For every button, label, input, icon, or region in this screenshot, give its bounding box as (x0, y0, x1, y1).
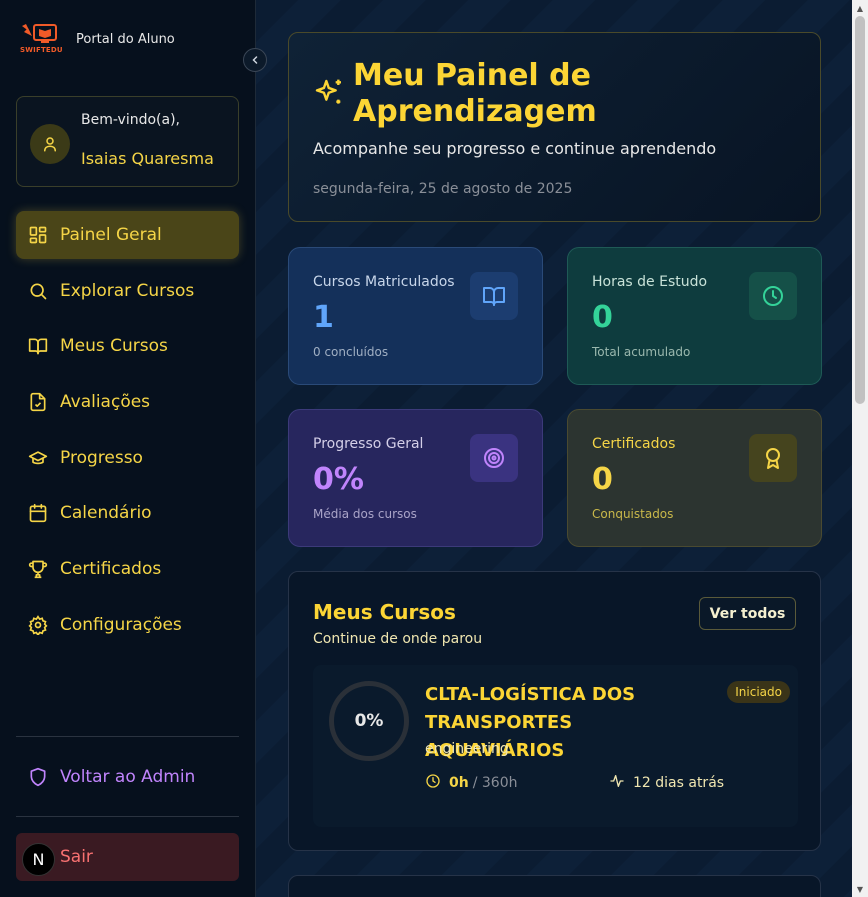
stat-label: Horas de Estudo (592, 274, 708, 290)
book-open-icon (470, 272, 518, 320)
target-icon (470, 434, 518, 482)
current-date: segunda-feira, 25 de agosto de 2025 (313, 181, 573, 197)
welcome-name: Isaias Quaresma (81, 149, 214, 168)
nav-label: Explorar Cursos (60, 280, 195, 301)
search-icon (28, 281, 48, 301)
stat-label: Certificados (592, 436, 676, 452)
nav-label: Calendário (60, 503, 152, 524)
logo-text: SWIFTEDU (20, 46, 63, 54)
admin-link-label: Voltar ao Admin (60, 767, 196, 787)
chevron-left-icon (249, 51, 261, 70)
course-last-access: 12 dias atrás (609, 773, 724, 793)
stat-sub: Conquistados (592, 507, 674, 521)
sidebar-item-explorar-cursos[interactable]: Explorar Cursos (16, 267, 239, 315)
welcome-card: Bem-vindo(a), Isaias Quaresma (16, 96, 239, 187)
nav-label: Configurações (60, 614, 182, 635)
stat-label: Cursos Matriculados (313, 274, 455, 290)
view-all-button[interactable]: Ver todos (699, 597, 796, 630)
collapse-sidebar-button[interactable] (243, 48, 267, 72)
scroll-down-arrow-icon[interactable]: ▼ (852, 881, 868, 897)
progress-ring: 0% (329, 681, 409, 761)
logout-label: Sair (60, 847, 93, 867)
sidebar-item-certificados[interactable]: Certificados (16, 545, 239, 593)
calendar-icon (28, 503, 48, 523)
stat-value: 0% (313, 462, 364, 497)
my-courses-card: Meus Cursos Continue de onde parou Ver t… (288, 571, 821, 851)
clock-icon (749, 272, 797, 320)
book-open-icon (28, 336, 48, 356)
sidebar-item-progresso[interactable]: Progresso (16, 434, 239, 482)
file-check-icon (28, 392, 48, 412)
sidebar-item-configuracoes[interactable]: Configurações (16, 601, 239, 649)
sidebar: SWIFTEDU Portal do Aluno Bem-vindo(a), I… (0, 0, 256, 897)
last-access-text: 12 dias atrás (633, 775, 725, 791)
stat-value: 0 (592, 462, 613, 497)
section-title: Meus Cursos (313, 600, 456, 624)
user-avatar-icon (30, 124, 70, 164)
nav-label: Avaliações (60, 392, 151, 413)
activity-icon (609, 773, 625, 793)
section-subtitle: Continue de onde parou (313, 631, 483, 647)
sidebar-item-painel-geral[interactable]: Painel Geral (16, 211, 239, 259)
stat-value: 0 (592, 300, 613, 335)
nav-label: Progresso (60, 447, 143, 468)
clock-icon (425, 773, 441, 793)
portal-title: Portal do Aluno (76, 32, 175, 47)
award-icon (749, 434, 797, 482)
scroll-up-arrow-icon[interactable]: ▲ (852, 0, 868, 16)
stat-sub: 0 concluídos (313, 345, 389, 359)
hours-total: / 360h (472, 775, 518, 791)
hero-card: Meu Painel de Aprendizagem Acompanhe seu… (288, 32, 821, 222)
stat-sub: Média dos cursos (313, 507, 417, 521)
status-badge: Iniciado (727, 681, 790, 703)
stat-card-hours: Horas de Estudo 0 Total acumulado (567, 247, 822, 385)
progress-value: 0% (354, 711, 384, 731)
main-content: Meu Painel de Aprendizagem Acompanhe seu… (256, 0, 852, 897)
course-item[interactable]: 0% CLTA-LOGÍSTICA DOS TRANSPORTES AQUAVI… (313, 665, 798, 827)
shield-icon (28, 767, 48, 787)
stat-card-enrolled: Cursos Matriculados 1 0 concluídos (288, 247, 543, 385)
graduation-cap-icon (28, 448, 48, 468)
sidebar-divider (16, 736, 239, 737)
nav-label: Certificados (60, 559, 162, 580)
layout-dashboard-icon (28, 225, 48, 245)
welcome-label: Bem-vindo(a), (81, 112, 180, 128)
brand-logo[interactable]: SWIFTEDU (20, 22, 63, 56)
back-to-admin-link[interactable]: Voltar ao Admin (16, 753, 239, 801)
stat-card-certificates: Certificados 0 Conquistados (567, 409, 822, 547)
sidebar-item-calendario[interactable]: Calendário (16, 489, 239, 537)
sparkles-icon (313, 77, 345, 109)
sidebar-item-meus-cursos[interactable]: Meus Cursos (16, 322, 239, 370)
page-subtitle: Acompanhe seu progresso e continue apren… (313, 139, 717, 158)
course-category: engineering (425, 741, 509, 757)
sidebar-nav: Painel Geral Explorar Cursos Meus Cursos… (16, 211, 239, 657)
nav-label: Meus Cursos (60, 336, 168, 357)
scroll-thumb[interactable] (855, 16, 865, 404)
course-hours: 0h / 360h (425, 773, 517, 793)
stat-sub: Total acumulado (592, 345, 691, 359)
dev-tools-badge[interactable]: N (22, 843, 55, 876)
swiftedu-logo: SWIFTEDU (20, 22, 63, 56)
trophy-icon (28, 559, 48, 579)
sidebar-item-avaliacoes[interactable]: Avaliações (16, 378, 239, 426)
sidebar-divider (16, 816, 239, 817)
stat-card-progress: Progresso Geral 0% Média dos cursos (288, 409, 543, 547)
stat-label: Progresso Geral (313, 436, 424, 452)
settings-icon (28, 614, 48, 635)
nav-label: Painel Geral (60, 225, 162, 245)
scrollbar[interactable]: ▲ ▼ (852, 0, 868, 897)
hours-done: 0h (449, 775, 469, 791)
next-section-card (288, 875, 821, 897)
page-title: Meu Painel de Aprendizagem (353, 58, 597, 129)
stat-value: 1 (313, 300, 334, 335)
